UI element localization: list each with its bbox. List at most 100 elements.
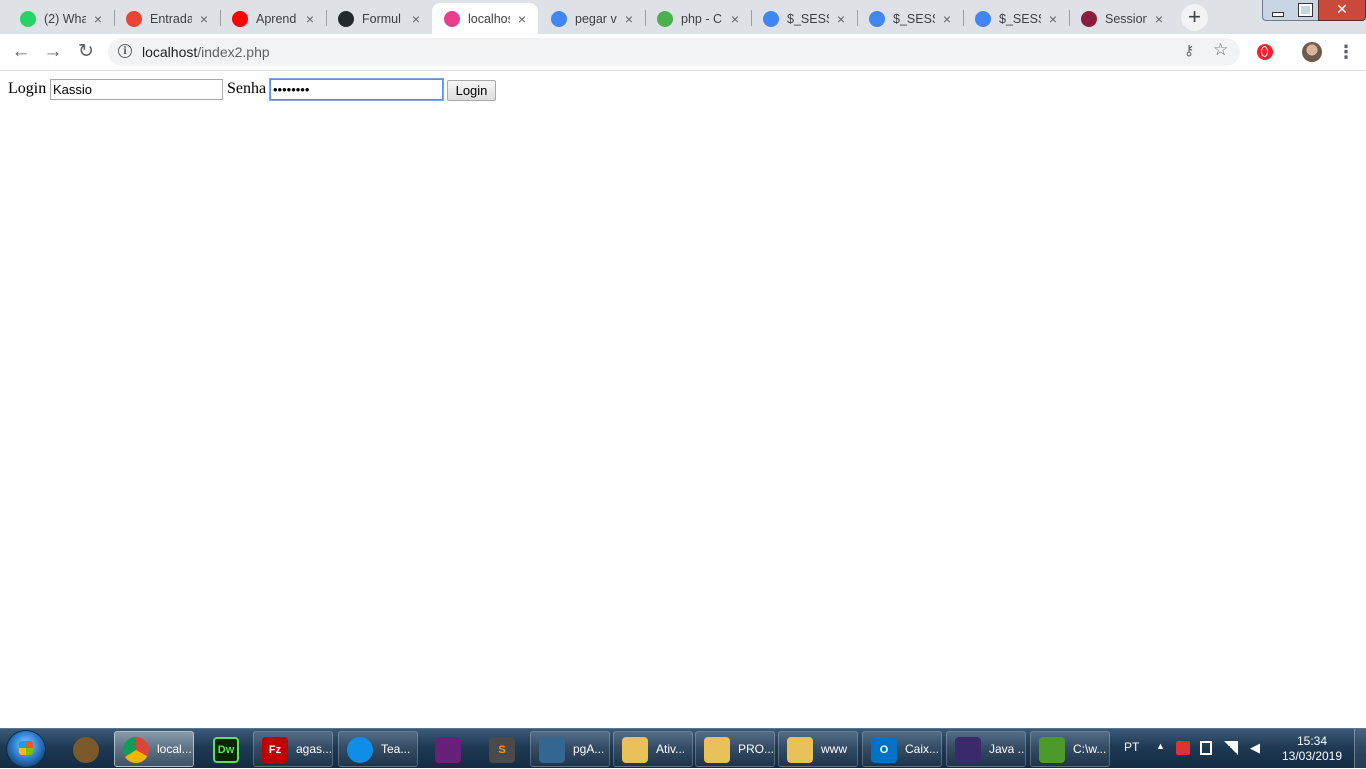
start-button[interactable]	[6, 730, 46, 768]
window-minimize-button[interactable]	[1262, 0, 1292, 21]
outlook-icon: O	[871, 737, 897, 763]
address-path: /index2.php	[197, 44, 270, 60]
taskbar-item[interactable]: Java ...	[946, 731, 1026, 767]
tab-title: pegar v	[575, 11, 617, 26]
taskbar-item[interactable]	[64, 731, 106, 767]
browser-tab[interactable]: $_SESS ×	[857, 3, 963, 34]
opera-extension-icon[interactable]	[1257, 44, 1273, 60]
close-tab-icon[interactable]: ×	[939, 11, 955, 27]
taskbar-item[interactable]: Fz agas...	[253, 731, 333, 767]
filezilla-icon: Fz	[262, 737, 288, 763]
network-alert-icon[interactable]	[1176, 741, 1190, 755]
address-bar[interactable]: i localhost/index2.php ⚷ ☆	[108, 38, 1240, 66]
tab-title: localhos	[468, 11, 510, 26]
taskbar-item[interactable]: PRO...	[695, 731, 775, 767]
browser-tab[interactable]: Aprend ×	[220, 3, 326, 34]
tab-title: Entrada	[150, 11, 192, 26]
site-info-icon[interactable]: i	[118, 44, 132, 58]
visual-studio-icon	[435, 737, 461, 763]
close-tab-icon[interactable]: ×	[1151, 11, 1167, 27]
language-indicator[interactable]: PT	[1124, 740, 1139, 754]
login-button[interactable]: Login	[447, 80, 496, 101]
browser-tab[interactable]: pegar v ×	[539, 3, 645, 34]
close-tab-icon[interactable]: ×	[621, 11, 637, 27]
browser-tab[interactable]: localhos ×	[432, 3, 538, 34]
sublime-text-icon: S	[489, 737, 515, 763]
taskbar-item[interactable]: pgA...	[530, 731, 610, 767]
taskbar-item[interactable]: Ativ...	[613, 731, 693, 767]
taskbar-item[interactable]: Tea...	[338, 731, 418, 767]
tray-expand-icon[interactable]: ▲	[1156, 741, 1165, 751]
window-close-button[interactable]: ✕	[1318, 0, 1366, 21]
taskbar-item-label: www	[821, 742, 847, 756]
tab-title: (2) Wha	[44, 11, 86, 26]
taskbar-item-label: pgA...	[573, 742, 605, 756]
key-icon[interactable]: ⚷	[1184, 42, 1194, 59]
reload-icon[interactable]: ↻	[74, 40, 98, 64]
w3schools-icon	[1081, 11, 1097, 27]
menu-dots-icon[interactable]: ⋮	[1337, 40, 1355, 64]
taskbar-item[interactable]: O Caix...	[862, 731, 942, 767]
browser-tab[interactable]: Entrada ×	[114, 3, 220, 34]
tab-title: $_SESS	[893, 11, 935, 26]
taskbar-item[interactable]	[424, 731, 470, 767]
taskbar-item[interactable]: C:\w...	[1030, 731, 1110, 767]
bookmark-star-icon[interactable]: ☆	[1213, 40, 1228, 60]
browser-tab[interactable]: php - C ×	[645, 3, 751, 34]
folder-icon	[787, 737, 813, 763]
eclipse-icon	[955, 737, 981, 763]
windows-taskbar: local... Dw Fz agas... Tea... SpgA... Ativ... P…	[0, 728, 1366, 769]
close-tab-icon[interactable]: ×	[833, 11, 849, 27]
close-tab-icon[interactable]: ×	[302, 11, 318, 27]
volume-icon[interactable]: ◀	[1250, 741, 1264, 755]
browser-tab[interactable]: Formul ×	[326, 3, 432, 34]
browser-tab[interactable]: $_SESS ×	[751, 3, 857, 34]
power-icon[interactable]	[1200, 741, 1212, 755]
chrome-icon	[123, 737, 149, 763]
folder-icon	[622, 737, 648, 763]
close-tab-icon[interactable]: ×	[1045, 11, 1061, 27]
tab-title: $_SESS	[787, 11, 829, 26]
youtube-icon	[232, 11, 248, 27]
close-tab-icon[interactable]: ×	[408, 11, 424, 27]
taskbar-item[interactable]: S	[478, 731, 524, 767]
new-tab-button[interactable]: +	[1181, 4, 1208, 31]
show-desktop-button[interactable]	[1354, 729, 1366, 769]
taskbar-item-label: PRO...	[738, 742, 775, 756]
browser-tab[interactable]: Session ×	[1069, 3, 1175, 34]
login-input[interactable]	[50, 79, 223, 100]
forward-arrow-icon[interactable]: →	[41, 40, 65, 64]
window-maximize-button[interactable]	[1290, 0, 1319, 21]
tab-title: Aprend	[256, 11, 297, 26]
github-icon	[338, 11, 354, 27]
clock-date: 13/03/2019	[1281, 749, 1343, 763]
taskbar-item-label: local...	[157, 742, 192, 756]
tab-title: Formul	[362, 11, 401, 26]
close-tab-icon[interactable]: ×	[514, 11, 530, 27]
signal-icon[interactable]	[1224, 741, 1238, 755]
taskbar-item[interactable]: local...	[114, 731, 194, 767]
password-input[interactable]	[270, 79, 443, 100]
browser-toolbar: ← → ↻ i localhost/index2.php ⚷ ☆ ⋮	[0, 34, 1366, 71]
taskbar-item[interactable]: www	[778, 731, 858, 767]
google-icon	[551, 11, 567, 27]
taskbar-item-label: Java ...	[989, 742, 1026, 756]
browser-tab[interactable]: $_SESS ×	[963, 3, 1069, 34]
close-tab-icon[interactable]: ×	[727, 11, 743, 27]
clock[interactable]: 15:34 13/03/2019	[1280, 734, 1344, 764]
browser-tab[interactable]: (2) Wha ×	[8, 3, 114, 34]
close-tab-icon[interactable]: ×	[196, 11, 212, 27]
pgadmin-icon	[539, 737, 565, 763]
address-text[interactable]: localhost/index2.php	[142, 44, 270, 60]
taskbar-item-label: Tea...	[381, 742, 411, 756]
taskbar-item-label: Ativ...	[656, 742, 686, 756]
google-icon	[975, 11, 991, 27]
taskbar-item[interactable]: Dw	[202, 731, 248, 767]
login-label: Login	[8, 80, 47, 97]
close-tab-icon[interactable]: ×	[90, 11, 106, 27]
google-icon	[869, 11, 885, 27]
dreamweaver-icon: Dw	[213, 737, 239, 763]
tab-title: $_SESS	[999, 11, 1041, 26]
back-arrow-icon[interactable]: ←	[9, 40, 33, 64]
profile-avatar[interactable]	[1302, 42, 1322, 62]
